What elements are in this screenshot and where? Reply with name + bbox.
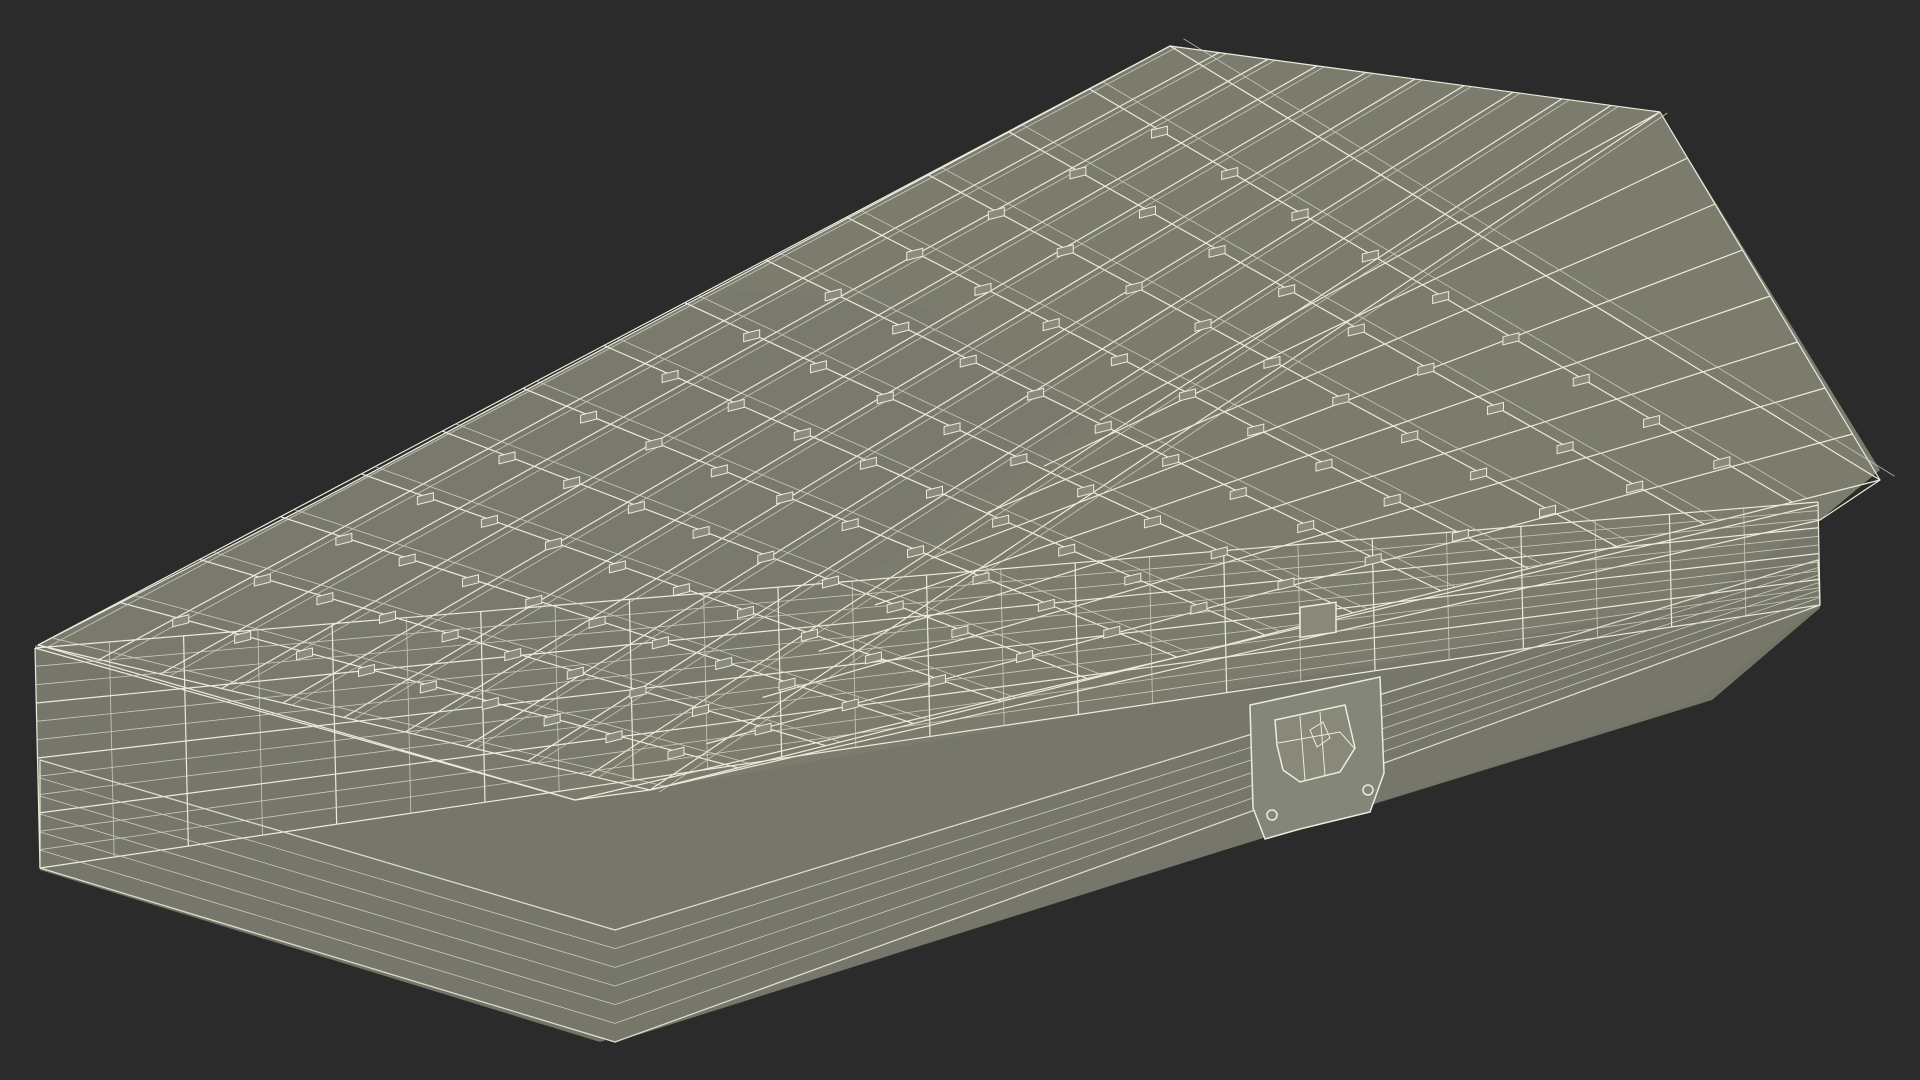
render-viewport — [0, 0, 1920, 1080]
latch-hasp — [1299, 601, 1337, 639]
wireframe-model — [34, 38, 1895, 1043]
